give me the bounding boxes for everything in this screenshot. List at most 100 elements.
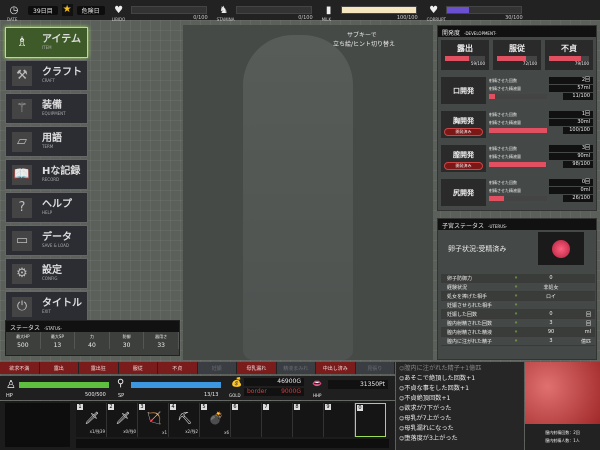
- status-panel: ステータス -STATUS- 最大HP 500 最大SP 13 力 40 防御 30 器用さ 33: [5, 320, 180, 356]
- gauge-milk: ▮ MILK 100/100: [321, 4, 418, 23]
- menu-save-load[interactable]: ▭ データ SAVE & LOAD: [5, 225, 88, 256]
- uterus-row: 経験状況» 非処女: [441, 283, 595, 292]
- gauge-corrupt: ♥ CORRUPT 30/100: [426, 4, 523, 23]
- milk-icon: ▮ MILK: [321, 4, 332, 23]
- log-line: ☺欲求が7下がった: [399, 405, 452, 412]
- date-indicator: ◷ DATE: [7, 4, 19, 23]
- status-stat: 力 40: [75, 332, 110, 349]
- inventory-slot-1[interactable]: 1 🗡 x1/残39: [76, 403, 107, 437]
- development-part: 口開発 射精させた回数 2回 射精させた精液量 57ml 11/100: [438, 74, 596, 107]
- status-stat: 最大SP 13: [41, 332, 76, 349]
- shovel-icon: ⛏: [177, 411, 193, 425]
- status-tag: 見張り: [355, 362, 395, 374]
- ovum-state: 卵子状況:受精済み: [448, 245, 507, 253]
- menu-exit[interactable]: ⏻ タイトル EXIT: [5, 291, 88, 322]
- menu-config[interactable]: ⚙ 設定 CONFIG: [5, 258, 88, 289]
- sword-icon: 🗡: [115, 411, 131, 425]
- inventory-slot-9[interactable]: 9: [324, 403, 355, 437]
- crossbow-icon: 🏹: [146, 411, 162, 425]
- document-icon: ▱: [12, 131, 32, 152]
- inventory-slot-7[interactable]: 7: [262, 403, 293, 437]
- development-part: 胸開発 開発済み 射精させた回数 1回 射精させた精液量 30ml 100/100: [438, 108, 596, 141]
- power-icon: ⏻: [12, 296, 32, 317]
- log-line: ☺不貞な事をした回数+1: [399, 385, 470, 392]
- gold-value: 46900G: [244, 378, 304, 386]
- menu-term[interactable]: ▱ 用語 TERM: [5, 126, 88, 157]
- uterus-row: 妊娠させられた相手»: [441, 301, 595, 310]
- character-portrait-placeholder: [243, 35, 353, 360]
- corrupt-icon: ♥ CORRUPT: [426, 4, 446, 23]
- uterus-row: 膣内射精された精液» 90 ml: [441, 328, 595, 337]
- log-line: ☺母乳が7上がった: [399, 415, 452, 422]
- sp-icon: ⚲: [117, 378, 125, 389]
- potion-icon: ♗: [16, 35, 28, 50]
- person-icon: ♙: [6, 378, 16, 391]
- staff-icon: ⚚: [12, 98, 32, 119]
- inventory-slot-4[interactable]: 4 ⛏ x2/残2: [169, 403, 200, 437]
- inventory-slot-3[interactable]: 3 🏹 x1: [138, 403, 169, 437]
- menu-item[interactable]: ♗ アイテム ITEM: [5, 27, 88, 58]
- status-tag: 露出狂: [79, 362, 119, 374]
- development-stat: 服従 72/100: [493, 40, 541, 70]
- cutin-panel: 膣内射精回数：2回 膣内射精人数：1人: [525, 362, 600, 450]
- star-icon: ★: [61, 4, 73, 16]
- uterus-row: 処女を捧げた相手» ロイ: [441, 292, 595, 301]
- menu-record[interactable]: 📖 Hな記録 RECORD: [5, 159, 88, 190]
- status-tag: 服従: [118, 362, 158, 374]
- hint-text: サブキーで 立ち絵/ヒント切り替え: [333, 32, 396, 48]
- menu-craft[interactable]: ⚒ クラフト CRAFT: [5, 60, 88, 91]
- log-line: ☺堕落度が3上がった: [399, 435, 458, 442]
- developed-badge: 開発済み: [444, 162, 483, 170]
- uterus-row: 卵子防御力» 0: [441, 274, 595, 283]
- status-tag: 母乳漏れ: [237, 362, 277, 374]
- cutin-image: [525, 362, 600, 424]
- menu-help[interactable]: ? ヘルプ HELP: [5, 192, 88, 223]
- status-tag: 不貞: [158, 362, 198, 374]
- border-value: border 9000G: [244, 388, 304, 396]
- inventory-bar: 1 🗡 x1/残39 2 🗡 x0/残0 3 🏹 x1 4 ⛏ x2/残2 5 💣 x6 6 7 8 9 0: [0, 401, 395, 450]
- clock-icon: ◷: [9, 4, 19, 16]
- log-line: ☺あそこで絶頂した回数+1: [399, 375, 476, 382]
- developed-badge: 開発済み: [444, 128, 483, 136]
- development-part: 膣開発 開発済み 射精させた回数 3回 射精させた精液量 90ml 98/100: [438, 142, 596, 175]
- inventory-slot-8[interactable]: 8: [293, 403, 324, 437]
- hammer-icon: ⚒: [12, 65, 32, 86]
- stats-bar: ♙ HP 500/500 ⚲ SP 13/13 💰 GOLD 46900G bo…: [0, 376, 395, 400]
- question-icon: ?: [12, 197, 32, 218]
- uterus-row: 膣内射精された回数» 3 回: [441, 319, 595, 328]
- libido-icon: ♥ LIBIDO: [111, 4, 126, 23]
- development-stat: 不貞 79/100: [545, 40, 593, 70]
- book-icon: 📖: [12, 164, 32, 185]
- status-tag: 精液まみれ: [276, 362, 316, 374]
- folder-icon: ▭: [12, 230, 32, 251]
- uterus-panel: 子宮ステータス -UTERUS- 卵子状況:受精済み 卵子防御力» 0 経験状況» 非処…: [437, 218, 597, 360]
- log-line: ☺母乳漏れになった: [399, 425, 454, 432]
- status-tag: 露出: [39, 362, 79, 374]
- inventory-slot-2[interactable]: 2 🗡 x0/残0: [107, 403, 138, 437]
- development-stat: 露出 59/100: [441, 40, 489, 70]
- hhp-value: 31350Pt: [328, 380, 388, 389]
- lips-icon: 👄: [312, 379, 322, 388]
- top-bar: ◷ DATE 39日目 ★ 危険日 ♥ LIBIDO 0/100 ♞ STAMINA 0/1…: [0, 0, 600, 23]
- inventory-slot-6[interactable]: 6: [231, 403, 262, 437]
- log-line: ☺不貞絶頂回数+1: [399, 395, 451, 402]
- character-view: サブキーで 立ち絵/ヒント切り替え: [183, 25, 433, 360]
- hp-bar: [19, 382, 109, 388]
- development-panel: 開発度 -DEVELOPMENT- 露出 59/100 服従 72/100 不貞 79/10…: [437, 25, 597, 211]
- message-log: ☺膣内に注がれた精子+1億匹 ☺あそこで絶頂した回数+1 ☺不貞な事をした回数+1 ☺…: [396, 362, 524, 450]
- sword-icon: 🗡: [84, 411, 100, 425]
- menu-equipment[interactable]: ⚚ 装備 EQUIPMENT: [5, 93, 88, 124]
- uterus-row: 妊娠した回数» 0 回: [441, 310, 595, 319]
- status-tag: 妊娠: [197, 362, 237, 374]
- development-part: 尻開発 射精させた回数 0回 射精させた精液量 0ml 26/100: [438, 176, 596, 209]
- item-preview: [5, 403, 70, 447]
- gear-icon: ⚙: [12, 263, 32, 284]
- uterus-row: 膣内に注がれた精子» 3 億匹: [441, 337, 595, 346]
- status-tag: 欲求不満: [0, 362, 40, 374]
- inventory-slot-0[interactable]: 0: [355, 403, 386, 437]
- gauge-libido: ♥ LIBIDO 0/100: [111, 4, 208, 23]
- gauge-stamina: ♞ STAMINA 0/100: [216, 4, 313, 23]
- bomb-icon: 💣: [208, 411, 224, 425]
- inventory-slot-5[interactable]: 5 💣 x6: [200, 403, 231, 437]
- status-tag: 中出し済み: [316, 362, 356, 374]
